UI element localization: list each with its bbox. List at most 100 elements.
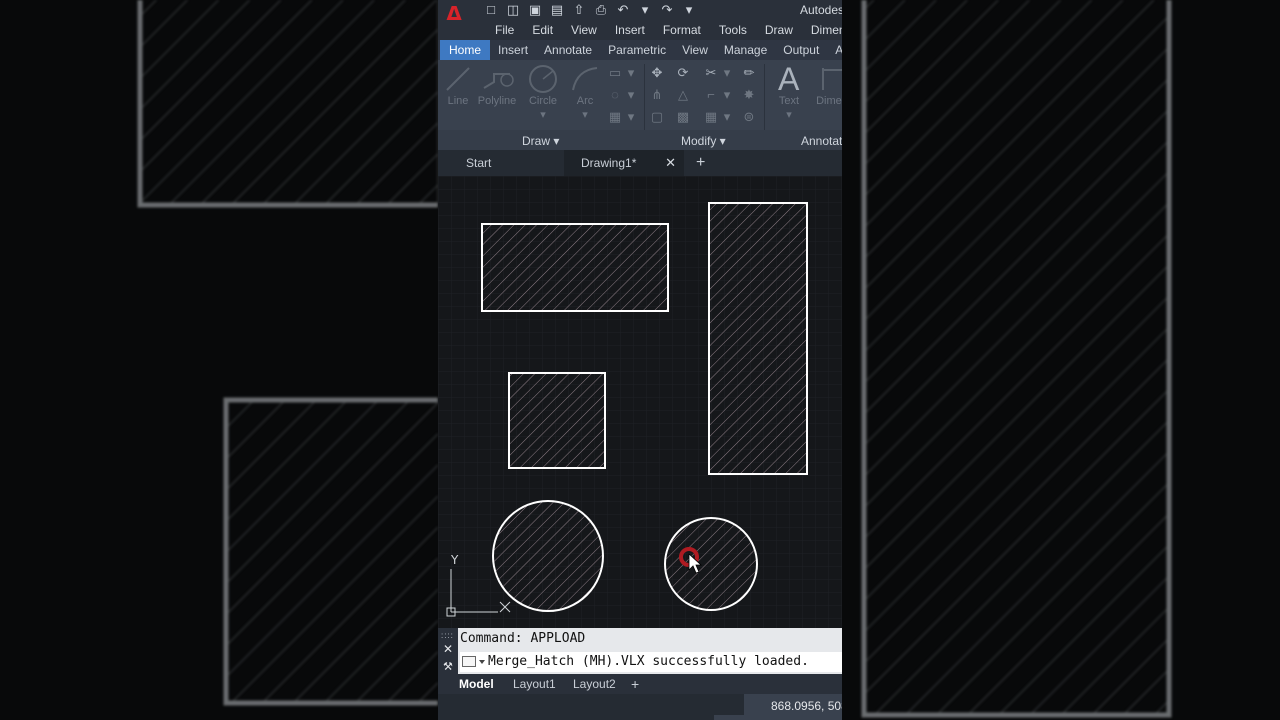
quick-access-toolbar: □ ◫ ▣ ▤ ⇧ ⎙ ↶ ▾ ↷ ▾	[482, 1, 698, 19]
draw-panel-label: Draw	[522, 134, 551, 148]
ribbon-panel-titles	[438, 130, 842, 150]
line-icon	[446, 67, 470, 91]
tab-layout2[interactable]: Layout2	[573, 674, 616, 694]
dimension-tool-label: Dimen	[816, 95, 842, 107]
hatched-tall-rectangle[interactable]	[708, 202, 808, 475]
file-tab-bar: Start Drawing1* ✕ +	[438, 150, 842, 176]
command-input[interactable]: Merge_Hatch (MH).VLX successfully loaded…	[460, 652, 842, 672]
ribbon-tab-home[interactable]: Home	[440, 40, 491, 60]
command-input-text: Merge_Hatch (MH).VLX successfully loaded…	[488, 654, 809, 669]
menu-file[interactable]: File	[486, 20, 523, 40]
text-tool[interactable]: A Text ▾	[770, 62, 808, 121]
boundary-dropdown-icon[interactable]: ▾	[624, 110, 638, 124]
backdrop-right	[842, 0, 1280, 720]
hatch-dropdown-icon[interactable]: ▾	[624, 88, 638, 102]
arc-dropdown-icon[interactable]: ▾	[568, 108, 602, 121]
undo-icon[interactable]: ↶	[614, 1, 632, 19]
menu-bar: File Edit View Insert Format Tools Draw …	[438, 20, 842, 40]
command-prompt-icon[interactable]	[462, 656, 485, 667]
text-tool-label: Text	[778, 95, 800, 107]
new-tab-button[interactable]: +	[696, 150, 716, 176]
add-layout-button[interactable]: +	[631, 674, 639, 694]
model-space[interactable]: Y	[438, 176, 842, 628]
scale-icon[interactable]: ▩	[676, 110, 690, 124]
ribbon-tab-view[interactable]: View	[674, 40, 716, 60]
polyline-tool[interactable]: Polyline	[476, 64, 518, 107]
title-bar: A □ ◫ ▣ ▤ ⇧ ⎙ ↶ ▾ ↷ ▾ Autodes	[438, 0, 842, 30]
copy-icon[interactable]: ⋔	[650, 88, 664, 102]
modify-panel-label: Modify	[681, 134, 717, 148]
new-icon[interactable]: □	[482, 1, 500, 19]
hatched-circle[interactable]	[492, 500, 604, 612]
tab-layout1[interactable]: Layout1	[513, 674, 556, 694]
menu-tools[interactable]: Tools	[710, 20, 756, 40]
command-history: Command: APPLOAD	[460, 631, 586, 646]
dimension-tool[interactable]: Dimen	[812, 64, 842, 107]
menu-dimension[interactable]: Dimensio	[802, 20, 842, 40]
circle-tool[interactable]: Circle ▾	[526, 64, 560, 121]
menu-draw[interactable]: Draw	[756, 20, 802, 40]
tab-start[interactable]: Start	[448, 150, 566, 176]
close-icon[interactable]: ✕	[665, 150, 676, 176]
rectangle-dropdown-icon[interactable]: ▾	[624, 66, 638, 80]
save-icon[interactable]: ▣	[526, 1, 544, 19]
array-icon[interactable]: ▦	[704, 110, 718, 124]
drawing-canvas[interactable]: Y	[438, 176, 842, 628]
undo-dropdown-icon[interactable]: ▾	[636, 1, 654, 19]
ribbon-tab-bar: Home Insert Annotate Parametric View Man…	[438, 40, 842, 60]
fillet-icon[interactable]: ⌐	[704, 88, 718, 102]
menu-insert[interactable]: Insert	[606, 20, 654, 40]
menu-view[interactable]: View	[562, 20, 606, 40]
hatch-icon[interactable]: ◌	[608, 88, 622, 102]
ribbon-tab-annotate[interactable]: Annotate	[536, 40, 600, 60]
erase-icon[interactable]: ✏	[742, 66, 756, 80]
draw-panel-title[interactable]: Draw ▾	[522, 134, 559, 148]
ribbon-tab-manage[interactable]: Manage	[716, 40, 775, 60]
menu-format[interactable]: Format	[654, 20, 710, 40]
wrench-icon[interactable]: ⚒	[443, 660, 453, 673]
tab-drawing1-label: Drawing1*	[581, 156, 637, 170]
ribbon-tab-output[interactable]: Output	[775, 40, 827, 60]
boundary-icon[interactable]: ▦	[608, 110, 622, 124]
rectangle-icon[interactable]: ▭	[608, 66, 622, 80]
arc-tool[interactable]: Arc ▾	[568, 64, 602, 121]
mirror-icon[interactable]: △	[676, 88, 690, 102]
polyline-tool-label: Polyline	[477, 95, 517, 107]
layout-tab-bar: Model Layout1 Layout2 +	[438, 674, 842, 694]
circle-icon	[529, 65, 557, 93]
ribbon-tab-insert[interactable]: Insert	[490, 40, 536, 60]
fillet-dropdown-icon[interactable]: ▾	[720, 88, 734, 102]
offset-icon[interactable]: ⊜	[742, 110, 756, 124]
print-icon[interactable]: ⎙	[592, 1, 610, 19]
redo-icon[interactable]: ↷	[658, 1, 676, 19]
annotation-panel-title[interactable]: Annotati	[801, 134, 842, 148]
ribbon-tab-addins[interactable]: Ad	[827, 40, 842, 60]
customize-icon[interactable]: ▾	[680, 1, 698, 19]
text-dropdown-icon[interactable]: ▾	[770, 108, 808, 121]
trim-dropdown-icon[interactable]: ▾	[720, 66, 734, 80]
hatched-square[interactable]	[508, 372, 606, 469]
trim-icon[interactable]: ✂	[704, 66, 718, 80]
rotate-icon[interactable]: ⟳	[676, 66, 690, 80]
explode-icon[interactable]: ✸	[742, 88, 756, 102]
circle-dropdown-icon[interactable]: ▾	[526, 108, 560, 121]
hatched-circle-small[interactable]	[664, 517, 758, 611]
share-icon[interactable]: ⇧	[570, 1, 588, 19]
open-icon[interactable]: ◫	[504, 1, 522, 19]
drag-handle-icon[interactable]: ::::	[441, 631, 454, 640]
ribbon-tab-parametric[interactable]: Parametric	[600, 40, 674, 60]
line-tool[interactable]: Line	[442, 64, 474, 107]
close-command-line-icon[interactable]: ✕	[443, 642, 453, 656]
backdrop-left	[0, 0, 438, 720]
polyline-icon	[483, 73, 514, 89]
arc-icon	[572, 67, 598, 91]
move-icon[interactable]: ✥	[650, 66, 664, 80]
tab-model[interactable]: Model	[459, 674, 494, 694]
modify-panel-title[interactable]: Modify ▾	[681, 134, 726, 148]
array-dropdown-icon[interactable]: ▾	[720, 110, 734, 124]
stretch-icon[interactable]: ▢	[650, 110, 664, 124]
hatched-rectangle[interactable]	[481, 223, 669, 312]
tab-drawing1[interactable]: Drawing1* ✕	[564, 150, 684, 176]
menu-edit[interactable]: Edit	[523, 20, 562, 40]
save-as-icon[interactable]: ▤	[548, 1, 566, 19]
